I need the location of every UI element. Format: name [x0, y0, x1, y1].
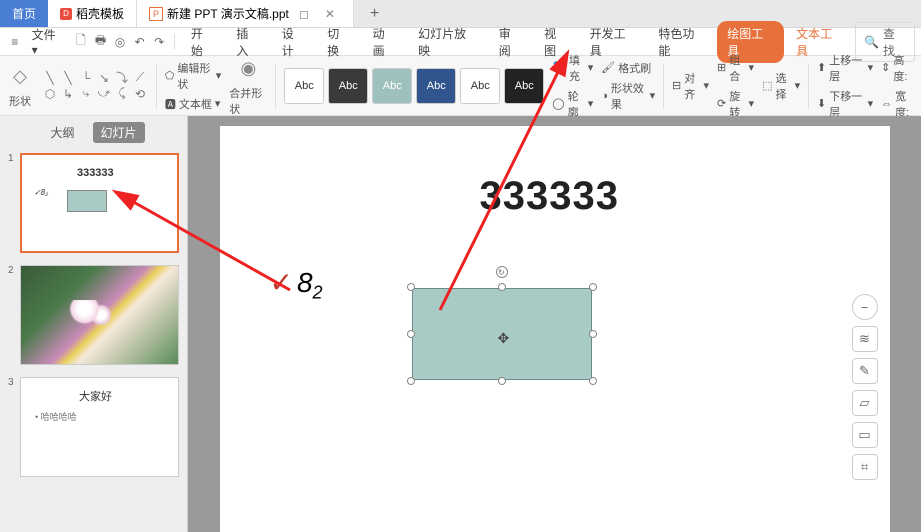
style-1[interactable]: Abc [284, 68, 324, 104]
tab-features[interactable]: 特色功能 [648, 21, 715, 63]
redo-icon[interactable]: ↷ [150, 33, 168, 51]
float-box[interactable]: ▭ [852, 422, 878, 448]
fill-button[interactable]: 🪣 填充 ▾ [552, 52, 593, 84]
format-painter-button[interactable]: 🖌 格式刷 [601, 60, 655, 76]
tab-slideshow[interactable]: 幻灯片放映 [408, 21, 487, 63]
shape-group[interactable]: ◇ 形状 [6, 63, 34, 109]
slides-tab[interactable]: 幻灯片 [93, 122, 145, 143]
resize-handle[interactable] [589, 283, 597, 291]
rotate-button[interactable]: ⟳ 旋转 ▾ [717, 88, 754, 120]
style-4[interactable]: Abc [416, 68, 456, 104]
rotate-handle[interactable]: ↻ [496, 266, 508, 278]
select-button[interactable]: ⬚ 选择 ▾ [762, 70, 800, 102]
preview-icon[interactable]: ◎ [111, 33, 129, 51]
slide-canvas[interactable]: 333333 ✓82 ↻ ✥ − ≋ ✎ ▱ [220, 126, 890, 532]
textbox-button[interactable]: 🅰 文本框 ▾ [165, 96, 221, 112]
thumbnail-2[interactable] [20, 265, 179, 365]
close-icon[interactable]: ✕ [319, 7, 341, 21]
style-5[interactable]: Abc [460, 68, 500, 104]
combine-button[interactable]: ⊞ 组合 ▾ [717, 52, 754, 84]
shape-icon: ◇ [6, 63, 34, 91]
check-icon: ✓ [270, 267, 293, 298]
style-gallery[interactable]: Abc Abc Abc Abc Abc Abc [284, 68, 544, 104]
merge-shape-button[interactable]: ◉ 合并形状 [229, 55, 267, 117]
float-brush[interactable]: ✎ [852, 358, 878, 384]
resize-handle[interactable] [407, 283, 415, 291]
float-minus[interactable]: − [852, 294, 878, 320]
ppt-icon: P [149, 7, 163, 21]
thumbnail-3[interactable]: 大家好 • 哈哈哈哈 [20, 377, 179, 477]
tab-transition[interactable]: 切换 [317, 21, 360, 63]
selected-shape[interactable]: ↻ ✥ [412, 288, 592, 380]
tab-animation[interactable]: 动画 [363, 21, 406, 63]
slide-title[interactable]: 333333 [480, 174, 619, 219]
thumb-num-1: 1 [8, 153, 16, 253]
merge-icon: ◉ [234, 55, 262, 83]
template-icon: D [60, 8, 72, 20]
line-gallery[interactable]: ╲╲└↘⤵⟋ ⬡↳⤷⤻⤹⟲ [42, 71, 148, 101]
resize-handle[interactable] [498, 377, 506, 385]
tab-design[interactable]: 设计 [272, 21, 315, 63]
flowers-image [21, 266, 178, 364]
undo-icon[interactable]: ↶ [131, 33, 149, 51]
float-layers[interactable]: ≋ [852, 326, 878, 352]
align-button[interactable]: ⊟ 对齐 ▾ [672, 70, 709, 102]
tab-start[interactable]: 开始 [181, 21, 224, 63]
resize-handle[interactable] [407, 377, 415, 385]
slide-text-8[interactable]: ✓82 [270, 266, 323, 304]
resize-handle[interactable] [407, 330, 415, 338]
print-icon[interactable]: 🖶 [92, 33, 110, 51]
tab-templates-label: 稻壳模板 [76, 5, 124, 22]
thumb-num-3: 3 [8, 377, 16, 477]
tab-review[interactable]: 审阅 [489, 21, 532, 63]
float-pic[interactable]: ▱ [852, 390, 878, 416]
float-crop[interactable]: ⌗ [852, 454, 878, 480]
width-label: ⇔ 宽度: [881, 88, 915, 120]
outline-button[interactable]: ◯ 轮廓 ▾ [552, 88, 593, 120]
outline-tab[interactable]: 大纲 [42, 122, 82, 143]
style-6[interactable]: Abc [504, 68, 544, 104]
down-layer-button[interactable]: ⬇ 下移一层 ▾ [817, 88, 873, 120]
style-3[interactable]: Abc [372, 68, 412, 104]
resize-handle[interactable] [589, 330, 597, 338]
effects-button[interactable]: ◑ 形状效果 ▾ [601, 80, 655, 112]
file-menu[interactable]: 文件 ▾ [26, 22, 71, 61]
up-layer-button[interactable]: ⬆ 上移一层 ▾ [817, 52, 873, 84]
cursor-icon: ✥ [498, 330, 510, 347]
style-2[interactable]: Abc [328, 68, 368, 104]
resize-handle[interactable] [589, 377, 597, 385]
tab-opts-icon[interactable]: ◻ [293, 7, 315, 21]
edit-shape-button[interactable]: ⬠ 编辑形状 ▾ [165, 60, 221, 92]
menu-icon[interactable]: ≡ [6, 33, 24, 51]
thumb-num-2: 2 [8, 265, 16, 365]
height-label: ⇕ 高度: [881, 52, 915, 84]
thumbnail-1[interactable]: 333333 ✓8₂ [20, 153, 179, 253]
save-icon[interactable]: 🗋 [72, 33, 90, 51]
resize-handle[interactable] [498, 283, 506, 291]
tab-document-label: 新建 PPT 演示文稿.ppt [167, 5, 289, 22]
